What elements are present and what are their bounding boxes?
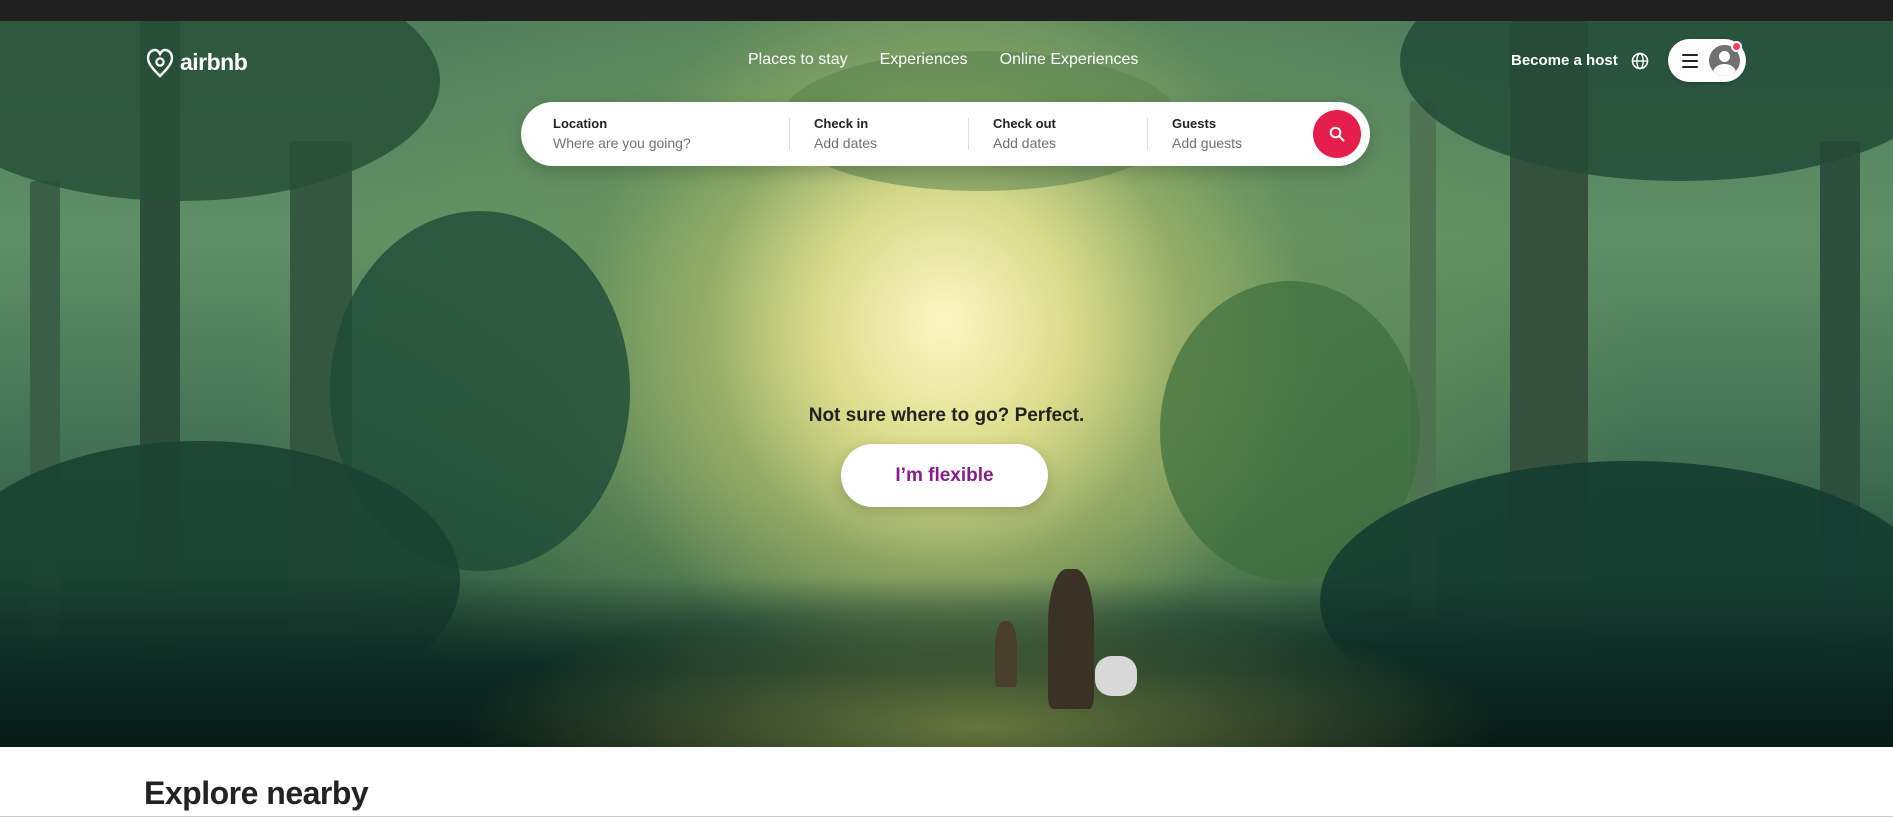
check-out-value[interactable]: Add dates [993, 135, 1143, 151]
location-field[interactable]: Location Where are you going? [553, 116, 773, 151]
notification-dot [1731, 41, 1742, 52]
check-out-field[interactable]: Check out Add dates [993, 116, 1143, 151]
dog-figure [1095, 656, 1137, 696]
check-in-field[interactable]: Check in Add dates [814, 116, 964, 151]
guests-label: Guests [1172, 116, 1217, 131]
nav-online-experiences[interactable]: Online Experiences [1000, 51, 1139, 69]
divider [968, 118, 969, 150]
main-nav: Places to stay Experiences Online Experi… [748, 51, 1138, 69]
globe-icon[interactable] [1630, 51, 1650, 71]
hamburger-icon [1682, 53, 1698, 68]
guests-field[interactable]: Guests Add guests [1172, 116, 1312, 151]
forest-floor [0, 577, 1893, 747]
location-label: Location [553, 116, 608, 131]
nav-experiences[interactable]: Experiences [880, 51, 968, 69]
check-out-label: Check out [993, 116, 1056, 131]
check-in-value[interactable]: Add dates [814, 135, 964, 151]
guests-value[interactable]: Add guests [1172, 135, 1312, 151]
divider [789, 118, 790, 150]
foliage [1400, 21, 1893, 181]
become-host-link[interactable]: Become a host [1511, 52, 1618, 69]
flexible-button[interactable]: I’m flexible [841, 444, 1048, 507]
hero-tagline: Not sure where to go? Perfect. [808, 405, 1085, 426]
airbnb-logo-icon [146, 48, 174, 78]
page-bottom-border [0, 816, 1893, 817]
browser-top-bar [0, 0, 1893, 21]
search-button[interactable] [1313, 110, 1361, 158]
nav-places-to-stay[interactable]: Places to stay [748, 51, 848, 69]
search-icon [1329, 126, 1345, 142]
search-bar: Location Where are you going? Check in A… [521, 102, 1370, 166]
adult-figure [1048, 569, 1094, 709]
child-figure [995, 621, 1017, 687]
check-in-label: Check in [814, 116, 869, 131]
explore-nearby-heading: Explore nearby [144, 775, 369, 811]
location-input[interactable]: Where are you going? [553, 135, 773, 151]
divider [1147, 118, 1148, 150]
logo-text: airbnb [180, 48, 248, 75]
airbnb-logo[interactable]: airbnb [144, 45, 248, 79]
